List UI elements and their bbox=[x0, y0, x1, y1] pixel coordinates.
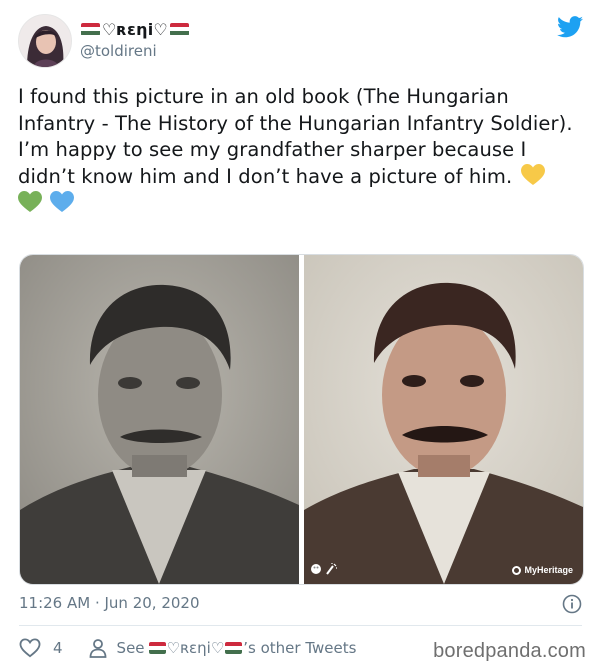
hungarian-flag-icon bbox=[81, 22, 100, 36]
see-prefix: See bbox=[116, 639, 145, 657]
myheritage-mark-icon bbox=[512, 565, 522, 575]
see-suffix: ’s other Tweets bbox=[243, 639, 357, 657]
see-display-name: ♡ʀεηi♡ bbox=[166, 639, 225, 657]
heart-outline-icon bbox=[19, 638, 41, 658]
myheritage-logo: MyHeritage bbox=[512, 565, 573, 575]
emoji-row bbox=[18, 191, 583, 217]
original-photo[interactable] bbox=[20, 255, 299, 584]
like-button[interactable]: 4 bbox=[19, 638, 89, 658]
display-name-text: ♡ʀεηi♡ bbox=[102, 19, 168, 39]
display-name[interactable]: ♡ʀεηi♡ bbox=[80, 18, 190, 40]
person-icon bbox=[89, 638, 107, 658]
twitter-bird-icon[interactable] bbox=[557, 16, 583, 38]
tweet-text: I found this picture in an old book (The… bbox=[18, 84, 583, 217]
hungarian-flag-icon bbox=[148, 642, 166, 654]
user-names: ♡ʀεηi♡ @toldireni bbox=[80, 18, 190, 60]
tweet-actions: 4 See ♡ʀεηi♡ ’s other Tweets bbox=[19, 637, 356, 659]
user-handle[interactable]: @toldireni bbox=[80, 42, 190, 60]
hungarian-flag-icon bbox=[169, 22, 189, 36]
blue-heart-icon bbox=[50, 191, 75, 213]
yellow-heart-icon bbox=[520, 163, 545, 186]
tweet-timestamp[interactable]: 11:26 AM · Jun 20, 2020 bbox=[19, 594, 200, 612]
see-other-tweets-link[interactable]: See ♡ʀεηi♡ ’s other Tweets bbox=[89, 638, 357, 658]
tweet-card: ♡ʀεηi♡ @toldireni I found this picture i… bbox=[0, 0, 600, 671]
divider bbox=[19, 625, 582, 626]
avatar[interactable] bbox=[18, 14, 72, 68]
myheritage-text: MyHeritage bbox=[524, 565, 573, 575]
site-watermark: boredpanda.com bbox=[433, 640, 586, 662]
tweet-text-span: I’m happy to see my grandfather sharper … bbox=[18, 138, 527, 188]
tweet-text-line: I found this picture in an old book (The… bbox=[18, 85, 573, 135]
tweet-header: ♡ʀεηi♡ @toldireni bbox=[18, 14, 583, 68]
info-icon[interactable] bbox=[562, 594, 582, 614]
like-count: 4 bbox=[53, 639, 63, 657]
tweet-text-line: I’m happy to see my grandfather sharper … bbox=[18, 137, 583, 190]
enhanced-photo[interactable]: MyHeritage bbox=[304, 255, 583, 584]
hungarian-flag-icon bbox=[225, 642, 243, 654]
edit-tools-icon[interactable] bbox=[310, 562, 340, 576]
green-heart-icon bbox=[18, 191, 42, 213]
tweet-media[interactable]: MyHeritage bbox=[19, 254, 584, 585]
tweet-meta: 11:26 AM · Jun 20, 2020 bbox=[19, 594, 582, 614]
